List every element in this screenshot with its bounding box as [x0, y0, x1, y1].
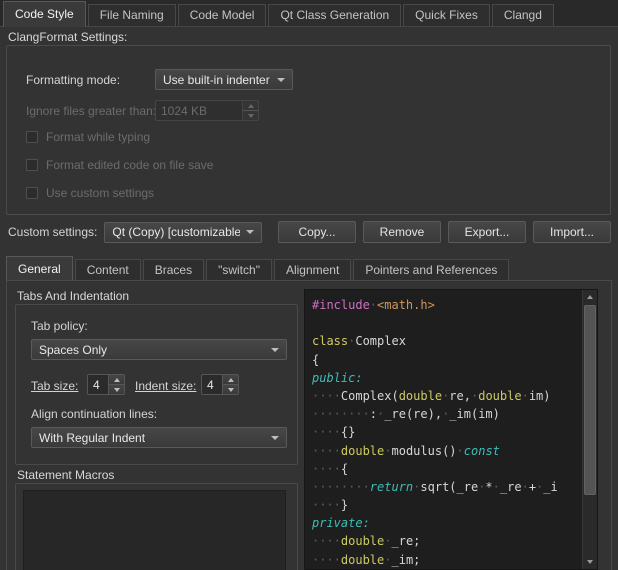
spin-up-icon	[243, 101, 258, 110]
style-tab-switch[interactable]: "switch"	[206, 259, 272, 281]
checkbox-format-edited-code-on-file-save	[26, 159, 38, 171]
code-line: ····}	[312, 496, 581, 514]
indent-size-value: 4	[202, 375, 222, 394]
tab-code-style[interactable]: Code Style	[3, 1, 86, 27]
custom-settings-row: Custom settings: Qt (Copy) [customizable…	[8, 221, 611, 243]
ignore-files-value: 1024 KB	[156, 101, 242, 120]
checkbox-label: Format edited code on file save	[46, 158, 213, 172]
tab-size-value: 4	[88, 375, 108, 394]
code-line: public:	[312, 369, 581, 387]
statement-macros-group: Statement Macros	[15, 468, 298, 570]
chevron-down-icon	[271, 348, 279, 352]
code-line: ····{	[312, 460, 581, 478]
tabs-and-indentation-group: Tabs And Indentation Tab policy: Spaces …	[15, 289, 298, 465]
tab-file-naming[interactable]: File Naming	[88, 4, 176, 26]
remove-button[interactable]: Remove	[363, 221, 441, 243]
code-line: class·Complex	[312, 332, 581, 350]
checkbox-row-use-custom-settings: Use custom settings	[26, 186, 213, 199]
tab-policy-combo[interactable]: Spaces Only	[31, 339, 287, 360]
clangformat-checkbox-list: Format while typing Format edited code on…	[26, 130, 213, 214]
custom-settings-buttons: Copy... Remove Export... Import...	[278, 221, 611, 243]
spinner-buttons	[108, 375, 124, 394]
spinner-buttons	[222, 375, 238, 394]
style-tab-general[interactable]: General	[6, 256, 73, 282]
code-style-tab-bar: GeneralContentBraces"switch"AlignmentPoi…	[6, 254, 612, 281]
style-tab-content[interactable]: Content	[75, 259, 141, 281]
editor-scrollbar[interactable]	[582, 290, 597, 569]
checkbox-label: Format while typing	[46, 130, 150, 144]
tab-policy-label: Tab policy:	[31, 319, 88, 333]
checkbox-use-custom-settings	[26, 187, 38, 199]
tab-policy-value: Spaces Only	[39, 343, 107, 357]
spin-up-icon[interactable]	[109, 375, 124, 384]
chevron-down-icon	[271, 436, 279, 440]
code-line: ····Complex(double·re,·double·im)	[312, 387, 581, 405]
indent-size-label: Indent size:	[135, 379, 196, 393]
copy-button[interactable]: Copy...	[278, 221, 356, 243]
scrollbar-down-icon[interactable]	[583, 555, 597, 569]
align-continuation-lines-combo[interactable]: With Regular Indent	[31, 427, 287, 448]
spinner-buttons	[242, 101, 258, 120]
formatting-mode-combo[interactable]: Use built-in indenter	[155, 69, 293, 90]
tab-code-model[interactable]: Code Model	[178, 4, 267, 26]
ignore-files-spinbox: 1024 KB	[155, 100, 259, 121]
statement-macros-title: Statement Macros	[17, 468, 114, 482]
settings-tab-bar: Code StyleFile NamingCode ModelQt Class …	[0, 0, 618, 27]
custom-settings-combo[interactable]: Qt (Copy) [customizable]	[104, 222, 262, 243]
scrollbar-up-icon[interactable]	[583, 290, 597, 304]
checkbox-format-while-typing	[26, 131, 38, 143]
code-preview-editor[interactable]: #include·<math.h> class·Complex{public:·…	[304, 289, 598, 570]
clangformat-settings-title: ClangFormat Settings:	[8, 30, 127, 44]
export-button[interactable]: Export...	[448, 221, 526, 243]
tab-clangd[interactable]: Clangd	[492, 4, 554, 26]
code-line: private:	[312, 514, 581, 532]
code-line: #include·<math.h>	[312, 296, 581, 314]
spin-down-icon	[243, 110, 258, 120]
code-line: {	[312, 351, 581, 369]
import-button[interactable]: Import...	[533, 221, 611, 243]
indent-size-spinbox[interactable]: 4	[201, 374, 239, 395]
tabs-and-indentation-title: Tabs And Indentation	[17, 289, 129, 303]
align-continuation-lines-value: With Regular Indent	[39, 431, 145, 445]
scrollbar-thumb[interactable]	[584, 305, 596, 495]
code-line	[312, 314, 581, 332]
checkbox-label: Use custom settings	[46, 186, 154, 200]
tab-size-label: Tab size:	[31, 379, 78, 393]
style-tab-braces[interactable]: Braces	[143, 259, 204, 281]
statement-macros-textarea[interactable]	[23, 490, 286, 570]
spin-up-icon[interactable]	[223, 375, 238, 384]
style-tab-pointers-and-references[interactable]: Pointers and References	[353, 259, 509, 281]
formatting-mode-value: Use built-in indenter	[163, 73, 270, 87]
ignore-files-label: Ignore files greater than:	[26, 104, 156, 118]
align-continuation-lines-label: Align continuation lines:	[31, 407, 157, 421]
code-line: ····double·_re;	[312, 532, 581, 550]
code-preview-lines: #include·<math.h> class·Complex{public:·…	[312, 296, 581, 569]
checkbox-row-format-while-typing: Format while typing	[26, 130, 213, 143]
tab-qt-class-generation[interactable]: Qt Class Generation	[268, 4, 401, 26]
code-line: ····double·modulus()·const	[312, 442, 581, 460]
code-line: ········return·sqrt(_re·*·_re·+·_i	[312, 478, 581, 496]
spin-down-icon[interactable]	[109, 384, 124, 394]
chevron-down-icon	[277, 78, 285, 82]
clangformat-settings-group: ClangFormat Settings: Formatting mode: U…	[6, 30, 611, 215]
custom-settings-value: Qt (Copy) [customizable]	[112, 225, 240, 239]
spin-down-icon[interactable]	[223, 384, 238, 394]
code-line: ····{}	[312, 423, 581, 441]
formatting-mode-label: Formatting mode:	[26, 73, 120, 87]
style-tab-alignment[interactable]: Alignment	[274, 259, 351, 281]
custom-settings-label: Custom settings:	[8, 225, 97, 239]
code-style-panel: Tabs And Indentation Tab policy: Spaces …	[6, 280, 612, 570]
code-line: ····double·_im;	[312, 551, 581, 569]
chevron-down-icon	[246, 230, 254, 234]
checkbox-row-format-edited-code-on-file-save: Format edited code on file save	[26, 158, 213, 171]
code-style-preferences-page: Code StyleFile NamingCode ModelQt Class …	[0, 0, 618, 570]
tab-quick-fixes[interactable]: Quick Fixes	[403, 4, 490, 26]
tab-size-spinbox[interactable]: 4	[87, 374, 125, 395]
code-line: ········:·_re(re),·_im(im)	[312, 405, 581, 423]
